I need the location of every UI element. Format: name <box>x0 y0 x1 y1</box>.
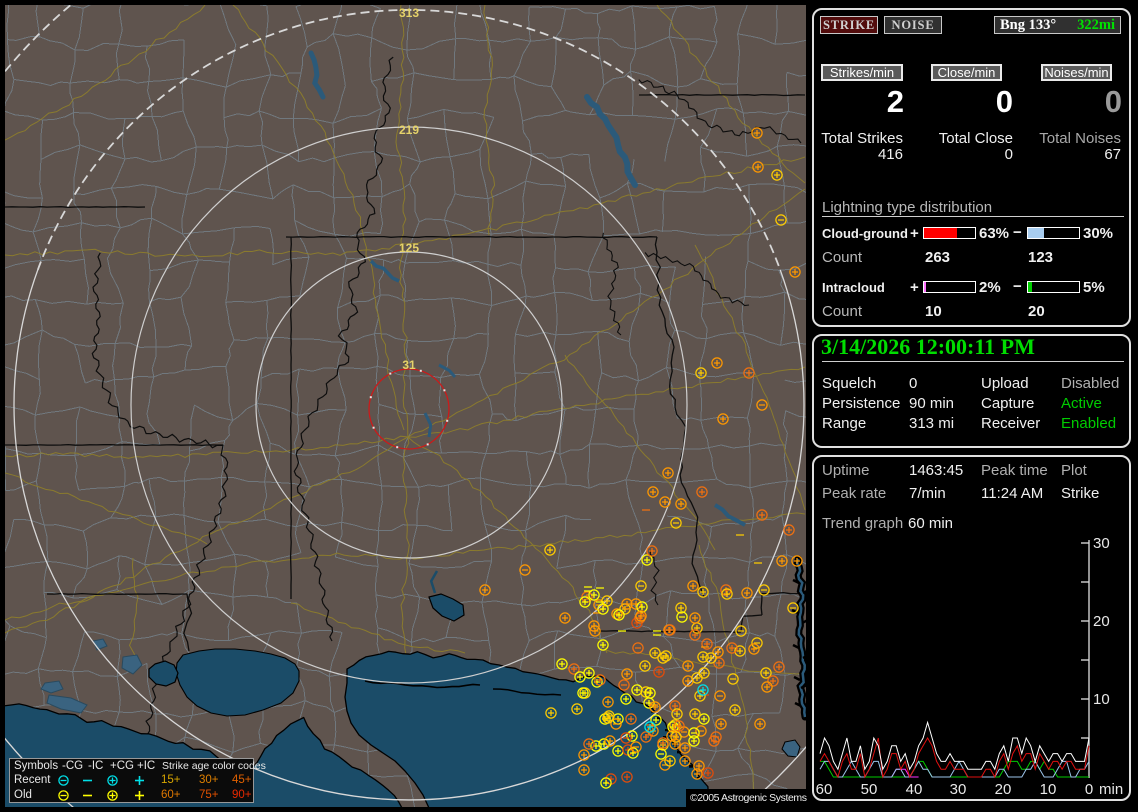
svg-text:50: 50 <box>861 781 878 798</box>
svg-text:219: 219 <box>399 123 419 137</box>
svg-text:10: 10 <box>1040 781 1057 798</box>
svg-text:60: 60 <box>816 781 833 798</box>
svg-text:20: 20 <box>1093 613 1110 630</box>
svg-text:20: 20 <box>995 781 1012 798</box>
svg-text:min: min <box>1099 781 1123 798</box>
svg-text:31: 31 <box>402 358 416 372</box>
svg-text:10: 10 <box>1093 691 1110 708</box>
svg-text:125: 125 <box>399 241 419 255</box>
svg-text:0: 0 <box>1085 781 1093 798</box>
svg-text:30: 30 <box>950 781 967 798</box>
svg-text:40: 40 <box>906 781 923 798</box>
svg-text:313: 313 <box>399 6 419 20</box>
svg-text:30: 30 <box>1093 535 1110 552</box>
